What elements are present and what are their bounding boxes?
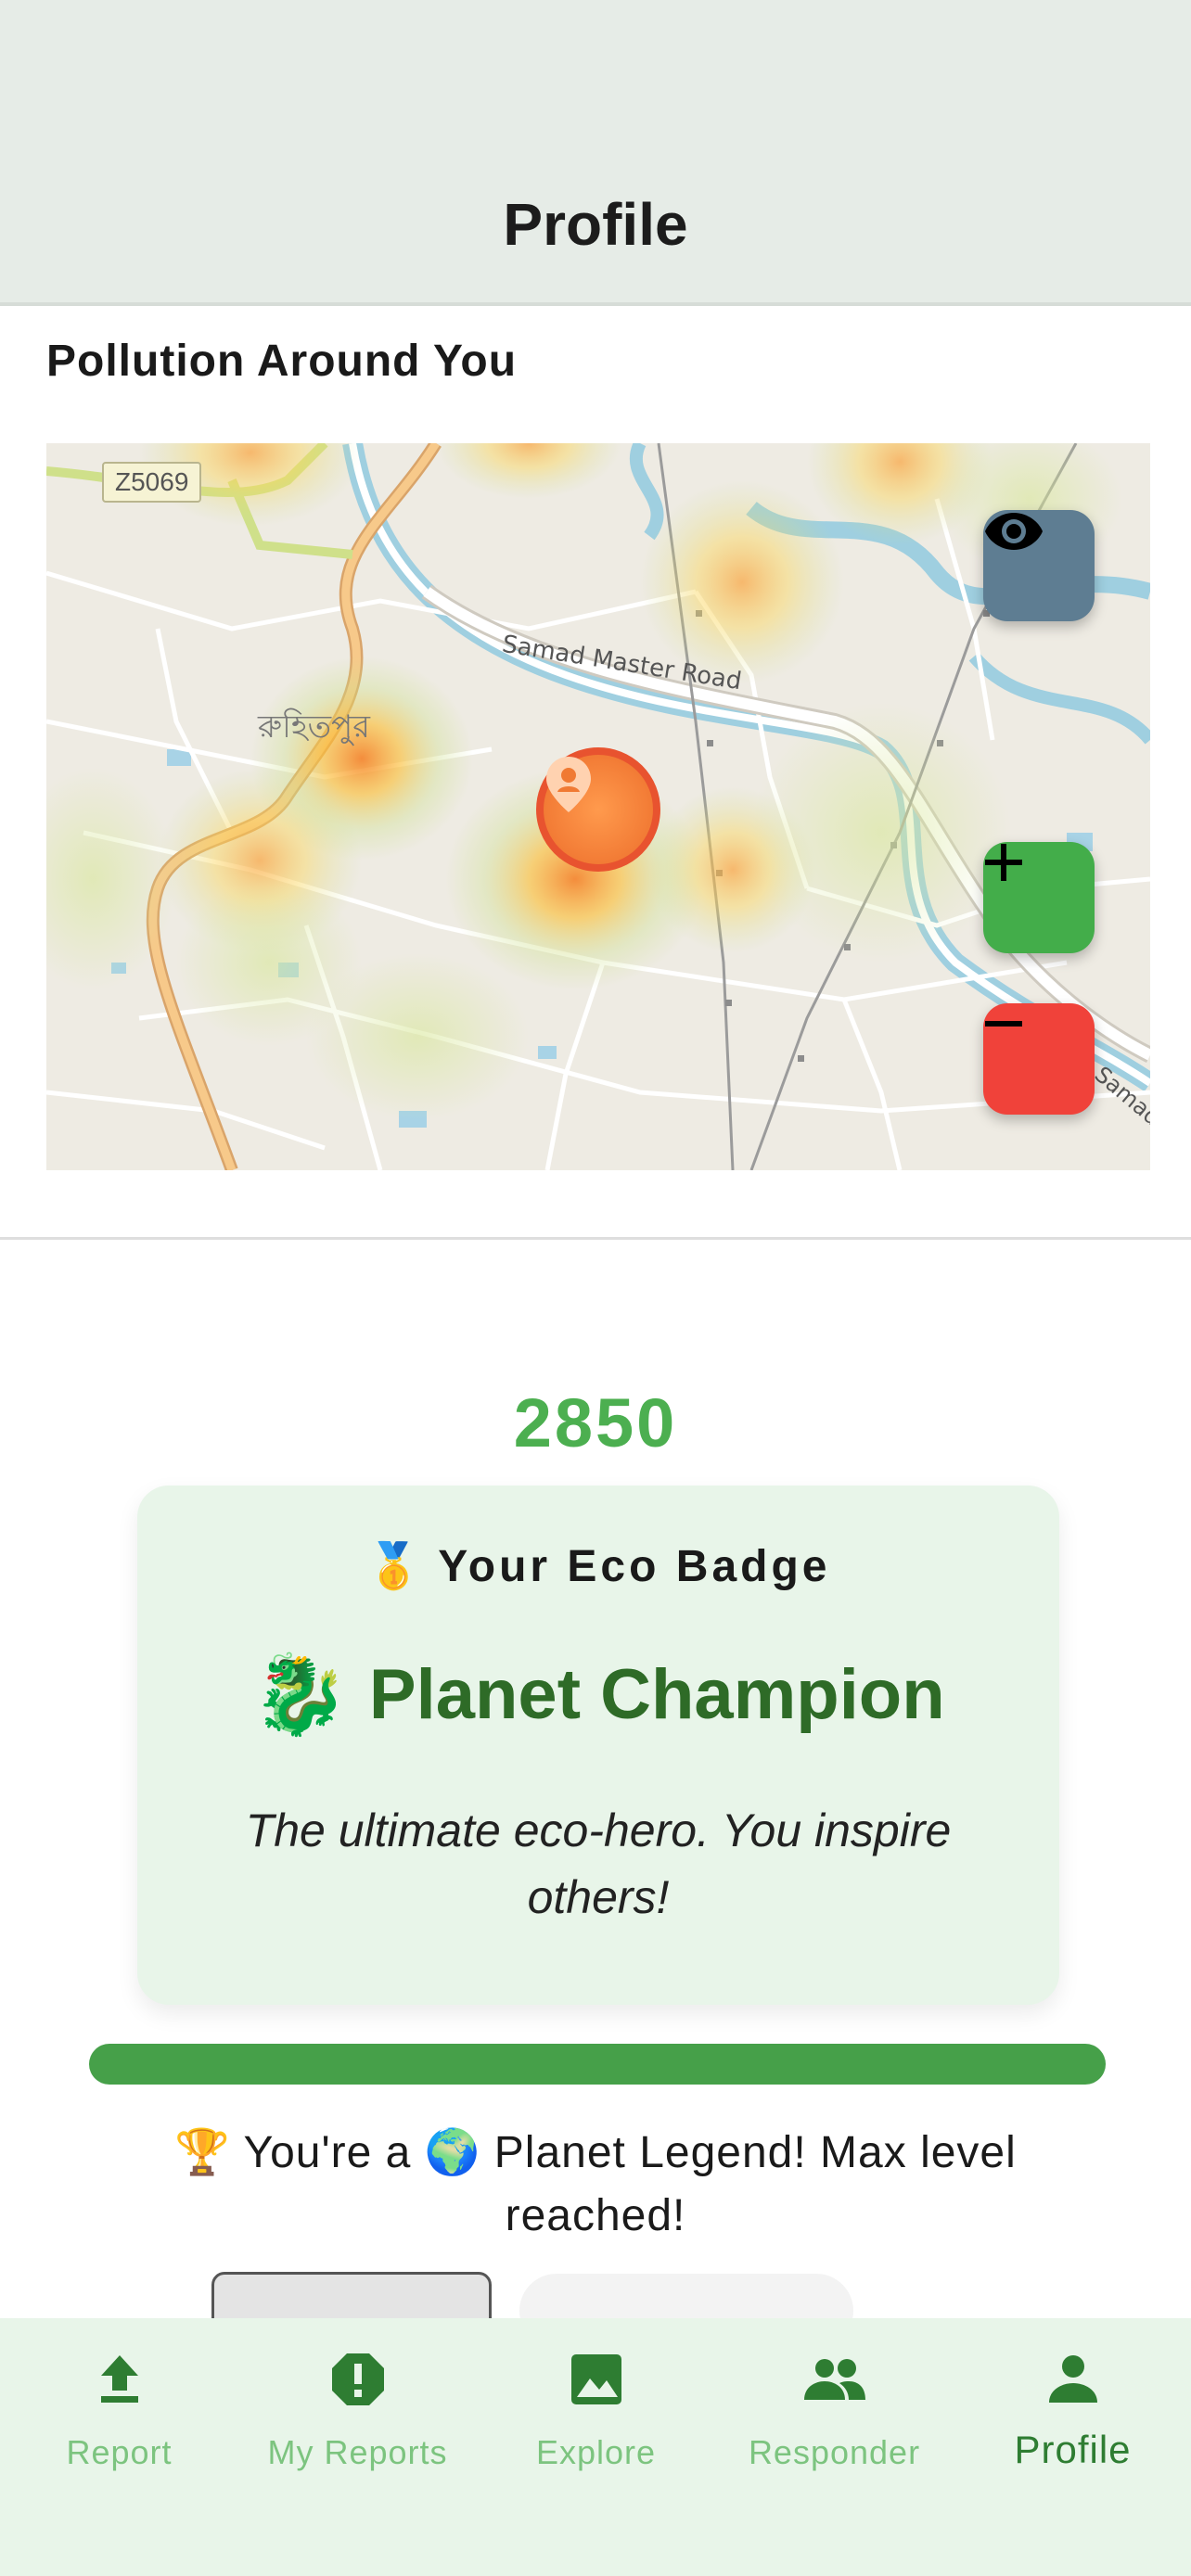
tab-responder-label: Responder (748, 2433, 921, 2471)
dragon-icon: 🐉 (251, 1651, 349, 1738)
eye-icon (985, 513, 1043, 550)
tab-my-reports[interactable]: My Reports (238, 2346, 477, 2472)
badge-heading: 🥇 Your Eco Badge (137, 1539, 1059, 1592)
badge-description: The ultimate eco-hero. You inspire other… (245, 1804, 952, 1923)
tab-responder[interactable]: Responder (715, 2346, 954, 2472)
level-progress-bar (89, 2044, 1106, 2085)
section-divider (0, 1237, 1191, 1240)
road-number-badge: Z5069 (102, 462, 202, 503)
app-header: Profile (0, 0, 1191, 306)
image-icon (570, 2354, 621, 2404)
people-icon (803, 2359, 865, 2400)
tab-profile-label: Profile (1014, 2428, 1132, 2471)
tab-my-reports-label: My Reports (267, 2433, 448, 2471)
pollution-heatmap[interactable]: Z5069 Samad Master Road রুহিতপুর Samad (46, 443, 1150, 1170)
current-location-marker[interactable] (536, 747, 660, 872)
person-icon (1048, 2355, 1097, 2403)
tab-explore-label: Explore (535, 2433, 657, 2471)
zoom-in-button[interactable] (983, 842, 1095, 953)
tab-profile[interactable]: Profile (954, 2346, 1191, 2472)
page-title: Profile (503, 191, 688, 258)
tab-report[interactable]: Report (0, 2346, 238, 2472)
bottom-tab-bar: Report My Reports Explore Responder Prof… (0, 2318, 1191, 2576)
medal-icon: 🥇 (365, 1542, 422, 1591)
badge-heading-text: Your Eco Badge (438, 1542, 831, 1591)
eco-points: 2850 (513, 1384, 678, 1461)
plus-icon (985, 844, 1022, 881)
tab-report-label: Report (66, 2433, 173, 2471)
location-pin-icon (546, 757, 591, 812)
alert-icon (331, 2353, 384, 2405)
toggle-visibility-button[interactable] (983, 510, 1095, 621)
upload-icon (100, 2355, 138, 2403)
eco-badge-card: 🥇 Your Eco Badge 🐉 Planet Champion The ul… (137, 1486, 1059, 2005)
badge-name-text: Planet Champion (368, 1655, 945, 1734)
place-name-label: রুহিতপুর (258, 708, 370, 746)
tab-explore[interactable]: Explore (477, 2346, 715, 2472)
level-message: 🏆 You're a 🌍 Planet Legend! Max level re… (174, 2128, 1017, 2240)
minus-icon (985, 1021, 1022, 1027)
zoom-out-button[interactable] (983, 1003, 1095, 1115)
badge-title: 🐉 Planet Champion (137, 1649, 1059, 1741)
pollution-section-title: Pollution Around You (46, 337, 518, 386)
